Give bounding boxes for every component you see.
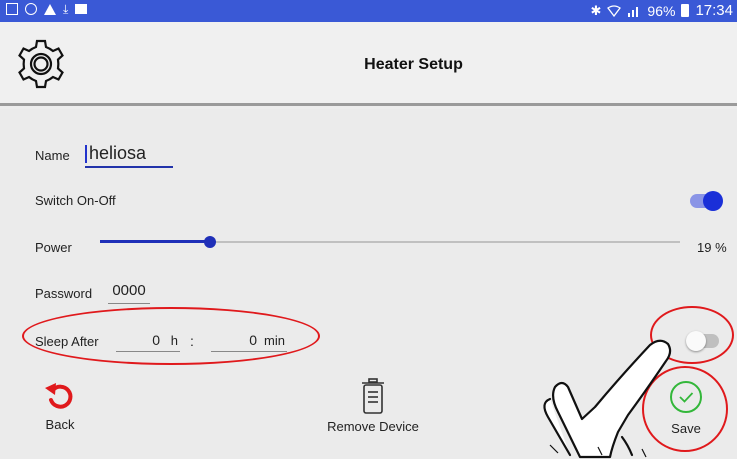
power-slider-thumb[interactable] [204,236,217,248]
text-cursor [85,145,87,163]
name-label: Name [35,148,70,163]
trash-icon [362,378,384,414]
signal-icon [628,6,639,17]
sleep-row-highlight [22,307,320,365]
pointing-hand-icon [543,339,672,459]
clock-notification-icon [25,3,37,15]
power-slider-fill [100,240,211,243]
power-value: 19 % [697,240,727,255]
password-value: 0000 [112,282,146,299]
password-field[interactable]: 0000 [108,282,150,304]
clock: 17:34 [695,2,733,19]
battery-percent: 96% [647,2,676,19]
remove-device-button[interactable]: Remove Device [320,377,426,434]
back-button[interactable]: Back [30,379,90,432]
power-toggle[interactable] [690,191,723,211]
gallery-notification-icon [6,3,18,15]
bluetooth-icon: ✱ [590,2,602,18]
toggle-knob [703,191,723,211]
back-arrow-icon [45,383,73,409]
app-bar: Heater Setup [0,22,737,106]
status-bar: ⤓ ✱ 96% 17:34 [0,0,737,22]
battery-icon [681,4,690,17]
switch-label: Switch On-Off [35,193,116,208]
settings-form: Name heliosa Switch On-Off Power 19 % Pa… [0,109,737,459]
power-label: Power [35,240,72,255]
wifi-icon [607,4,622,17]
save-button[interactable]: Save [663,381,709,436]
save-label: Save [671,421,701,436]
name-value: heliosa [89,143,147,163]
message-notification-icon [75,4,88,14]
remove-device-label: Remove Device [327,419,419,434]
warning-notification-icon [44,3,56,15]
download-notification-icon: ⤓ [63,2,69,16]
check-circle-icon [670,381,702,413]
system-icons: ✱ 96% 17:34 [591,2,733,19]
password-label: Password [35,286,93,301]
name-field[interactable]: heliosa [85,142,173,168]
page-title: Heater Setup [364,56,463,73]
power-slider[interactable] [100,236,680,248]
notification-icons: ⤓ [6,2,88,16]
back-label: Back [45,417,75,432]
